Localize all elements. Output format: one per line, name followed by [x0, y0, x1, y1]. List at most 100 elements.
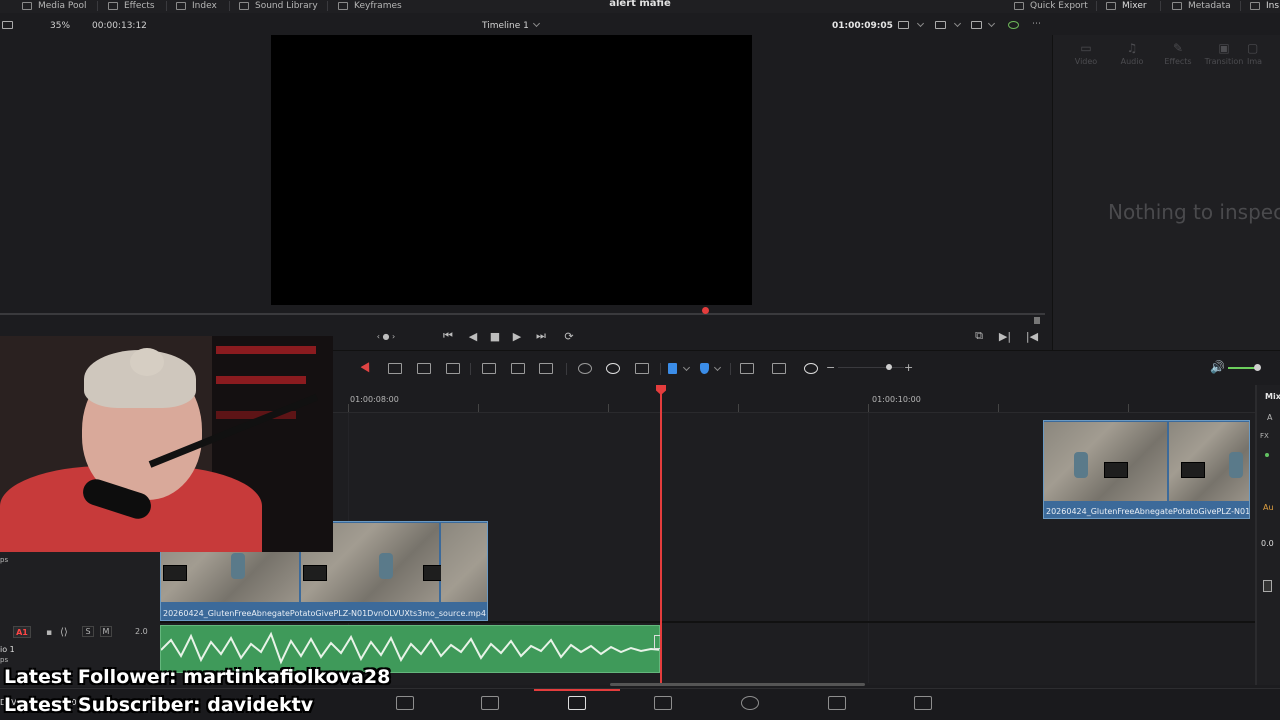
edit-page-icon[interactable] [568, 696, 586, 710]
skip-to-end-icon[interactable]: ⏭ [533, 329, 549, 342]
tab-transition[interactable]: ▣ Transition [1201, 41, 1247, 66]
inspector-button[interactable]: Ins [1250, 0, 1279, 12]
jog-control-icon[interactable]: ‹ ● › [368, 330, 404, 342]
chevron-down-icon[interactable] [987, 19, 996, 28]
ruler-label: 01:00:10:00 [872, 395, 921, 404]
quick-export-icon [1014, 1, 1024, 10]
top-toolbar: Media Pool Effects Index Sound Library K… [0, 0, 1280, 13]
zoom-in-icon[interactable]: + [904, 361, 913, 374]
chevron-down-icon[interactable] [713, 363, 722, 372]
tab-image[interactable]: ▢ Ima [1247, 41, 1280, 66]
auto-select-icon[interactable]: ⟨⟩ [60, 627, 68, 638]
viewer-layout-icon[interactable] [2, 21, 13, 29]
viewer-scrubber[interactable] [0, 313, 1045, 315]
video-track-label: ps [0, 556, 9, 564]
mixer-fader[interactable] [1263, 580, 1272, 592]
lock-icon[interactable] [635, 363, 649, 374]
zoom-custom-icon[interactable] [804, 363, 818, 374]
mixer-au-label: Au [1263, 503, 1274, 512]
quick-export-button[interactable]: Quick Export [1014, 0, 1088, 12]
timeline-scrollbar[interactable] [610, 683, 865, 686]
flag-icon[interactable] [668, 363, 677, 374]
record-timecode: 01:00:09:05 [832, 21, 893, 31]
mixer-panel: Mix A FX Au 0.0 [1255, 385, 1280, 685]
audio-track-badge[interactable]: A1 [13, 626, 31, 638]
deliver-page-icon[interactable] [914, 696, 932, 710]
chevron-down-icon[interactable] [532, 19, 541, 28]
stop-icon[interactable]: ■ [487, 330, 503, 343]
volume-slider-handle[interactable] [1254, 364, 1261, 371]
project-title: alert mafie [609, 0, 671, 9]
overwrite-clip-icon[interactable] [511, 363, 525, 374]
chevron-down-icon[interactable] [916, 19, 925, 28]
insert-clip-icon[interactable] [482, 363, 496, 374]
clip-name: 20260424_GlutenFreeAbnegatePotatoGivePLZ… [1046, 507, 1250, 516]
play-icon[interactable]: ▶ [509, 330, 525, 343]
chevron-down-icon[interactable] [682, 363, 691, 372]
play-reverse-icon[interactable]: ◀ [465, 330, 481, 343]
timeline-name[interactable]: Timeline 1 [482, 21, 529, 31]
solo-button[interactable]: S [82, 626, 94, 637]
ruler-label: 01:00:08:00 [350, 395, 399, 404]
lock-track-icon[interactable]: ▪ [46, 628, 52, 638]
scrubber-end-marker [1034, 317, 1040, 324]
color-page-icon[interactable] [741, 696, 759, 710]
next-edit-icon[interactable]: ▶| [997, 330, 1013, 343]
scrubber-playhead[interactable] [702, 307, 709, 314]
overlay-icon[interactable] [935, 21, 946, 29]
prev-edit-icon[interactable]: |◀ [1024, 330, 1040, 343]
inspector-panel: ▭ Video ♫ Audio ✎ Effects ▣ Transition ▢ Ima … [1052, 35, 1280, 350]
latest-follower-overlay: Latest Follower: martinkafiolkova28 [4, 666, 391, 688]
zoom-level[interactable]: 35% [50, 21, 70, 31]
blade-tool-icon[interactable] [417, 363, 431, 374]
cut-page-icon[interactable] [481, 696, 499, 710]
chevron-down-icon[interactable] [953, 19, 962, 28]
match-frame-icon[interactable]: ⧉ [971, 329, 987, 342]
audio-track-info: ps [0, 656, 9, 664]
media-page-icon[interactable] [396, 696, 414, 710]
active-page-indicator [534, 689, 620, 691]
mixer-title: Mix [1265, 392, 1280, 401]
dynamic-trim-icon[interactable] [446, 363, 460, 374]
tab-audio[interactable]: ♫ Audio [1109, 41, 1155, 66]
track-divider[interactable] [160, 621, 1255, 623]
video-clip[interactable]: 20260424_GlutenFreeAbnegatePotatoGivePLZ… [1043, 420, 1250, 519]
person-hair-bun [130, 348, 164, 376]
viewer-header: 35% 00:00:13:12 Timeline 1 01:00:09:05 ⋯ [0, 15, 1052, 35]
metadata-button[interactable]: Metadata [1172, 0, 1231, 12]
audio-track-level: 2.0 [135, 627, 148, 636]
tab-video[interactable]: ▭ Video [1063, 41, 1109, 66]
zoom-detail-icon[interactable] [772, 363, 786, 374]
marker-icon[interactable] [700, 363, 709, 374]
replace-clip-icon[interactable] [539, 363, 553, 374]
viewer-mode-icon[interactable] [898, 21, 909, 29]
effects-icon: ✎ [1172, 41, 1184, 55]
selection-tool-icon[interactable] [360, 362, 374, 375]
clip-thumbnail [1044, 422, 1167, 501]
fusion-page-icon[interactable] [654, 696, 672, 710]
source-timecode: 00:00:13:12 [92, 21, 147, 31]
trim-tool-icon[interactable] [388, 363, 402, 374]
transform-icon[interactable] [971, 21, 982, 29]
skip-to-start-icon[interactable]: ⏮ [440, 329, 456, 342]
link-icon[interactable] [606, 363, 620, 374]
loop-icon[interactable]: ⟳ [561, 330, 577, 343]
zoom-slider[interactable] [838, 367, 904, 368]
tab-effects[interactable]: ✎ Effects [1155, 41, 1201, 66]
fairlight-page-icon[interactable] [828, 696, 846, 710]
clip-thumbnail [1169, 422, 1249, 501]
video-icon: ▭ [1080, 41, 1092, 55]
zoom-slider-handle[interactable] [886, 364, 892, 370]
zoom-full-icon[interactable] [740, 363, 754, 374]
timeline-playhead-line[interactable] [660, 385, 662, 683]
mute-button[interactable]: M [100, 626, 112, 637]
zoom-out-icon[interactable]: − [826, 361, 835, 374]
color-icon[interactable] [1008, 21, 1019, 29]
timeline-viewer[interactable] [271, 35, 752, 305]
volume-icon[interactable]: 🔊 [1210, 360, 1225, 374]
more-options-icon[interactable]: ⋯ [1032, 19, 1041, 29]
snapping-icon[interactable] [578, 363, 592, 374]
image-icon: ▢ [1247, 41, 1259, 55]
mixer-indicator [1265, 453, 1269, 457]
mixer-button[interactable]: Mixer [1106, 0, 1147, 12]
